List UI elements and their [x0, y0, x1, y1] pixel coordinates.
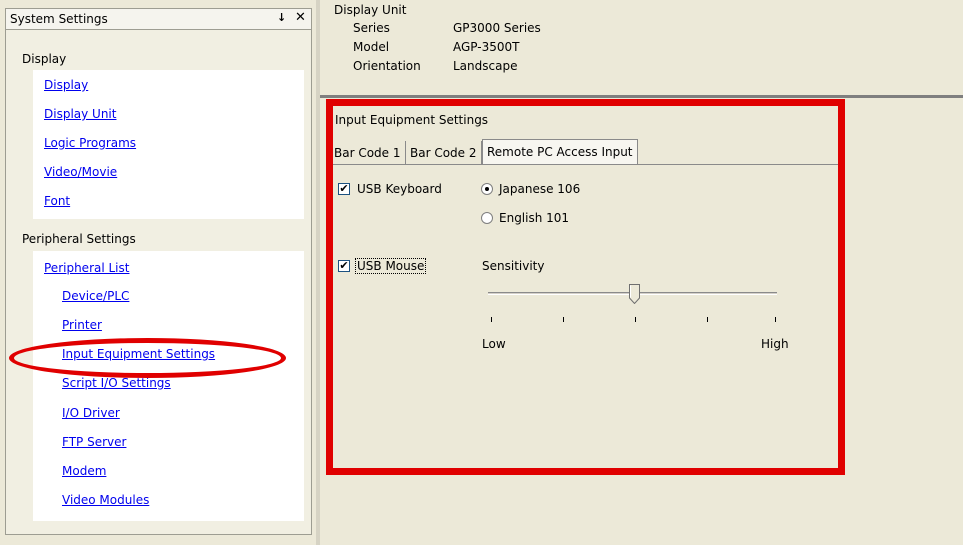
nav-link-ftp-server[interactable]: FTP Server [62, 435, 126, 449]
close-icon[interactable]: ✕ [295, 10, 306, 25]
usb-mouse-label: USB Mouse [354, 258, 427, 274]
tab-content-border [330, 164, 840, 165]
sensitivity-slider-thumb[interactable] [629, 284, 640, 304]
nav-link-device-plc[interactable]: Device/PLC [62, 289, 129, 303]
nav-link-peripheral-list[interactable]: Peripheral List [44, 261, 129, 275]
panel-titlebar: System Settings ↓ ✕ [5, 8, 312, 30]
nav-link-modem[interactable]: Modem [62, 464, 106, 478]
pin-icon[interactable]: ↓ [277, 11, 286, 24]
model-label: Model [353, 40, 390, 54]
nav-link-display[interactable]: Display [44, 78, 88, 92]
settings-area [320, 98, 963, 545]
usb-keyboard-checkbox[interactable]: ✔ [338, 183, 350, 195]
english-101-radio[interactable] [481, 212, 493, 224]
display-unit-heading: Display Unit [334, 3, 407, 17]
nav-link-video-movie[interactable]: Video/Movie [44, 165, 117, 179]
orientation-value: Landscape [453, 59, 518, 73]
panel-title: System Settings [10, 12, 108, 26]
sensitivity-label: Sensitivity [482, 259, 545, 273]
display-unit-info [320, 0, 963, 98]
slider-tick [635, 317, 636, 322]
nav-link-printer[interactable]: Printer [62, 318, 102, 332]
sensitivity-low-label: Low [482, 337, 506, 351]
slider-tick [775, 317, 776, 322]
sensitivity-high-label: High [761, 337, 789, 351]
series-label: Series [353, 21, 390, 35]
tab-bar-code-1[interactable]: Bar Code 1 [330, 141, 406, 165]
slider-tick [707, 317, 708, 322]
group-heading-display: Display [22, 52, 67, 66]
nav-link-video-modules[interactable]: Video Modules [62, 493, 149, 507]
system-settings-panel: System Settings ↓ ✕ Display Display Disp… [0, 0, 316, 545]
slider-tick [563, 317, 564, 322]
japanese-106-radio[interactable] [481, 183, 493, 195]
group-heading-peripheral: Peripheral Settings [22, 232, 136, 246]
orientation-label: Orientation [353, 59, 421, 73]
nav-link-logic-programs[interactable]: Logic Programs [44, 136, 136, 150]
nav-link-script-io-settings[interactable]: Script I/O Settings [62, 376, 171, 390]
english-101-label: English 101 [499, 211, 570, 225]
nav-link-display-unit[interactable]: Display Unit [44, 107, 116, 121]
tab-bar-code-2[interactable]: Bar Code 2 [406, 141, 482, 165]
slider-tick [491, 317, 492, 322]
japanese-106-label: Japanese 106 [499, 182, 581, 196]
series-value: GP3000 Series [453, 21, 541, 35]
nav-link-io-driver[interactable]: I/O Driver [62, 406, 120, 420]
section-title: Input Equipment Settings [335, 113, 489, 127]
usb-keyboard-label: USB Keyboard [357, 182, 442, 196]
nav-link-font[interactable]: Font [44, 194, 70, 208]
nav-link-input-equipment-settings[interactable]: Input Equipment Settings [62, 347, 215, 361]
tab-remote-pc-access-input[interactable]: Remote PC Access Input [482, 139, 638, 165]
usb-mouse-checkbox[interactable]: ✔ [338, 260, 350, 272]
radio-selected-dot [485, 187, 489, 191]
model-value: AGP-3500T [453, 40, 520, 54]
